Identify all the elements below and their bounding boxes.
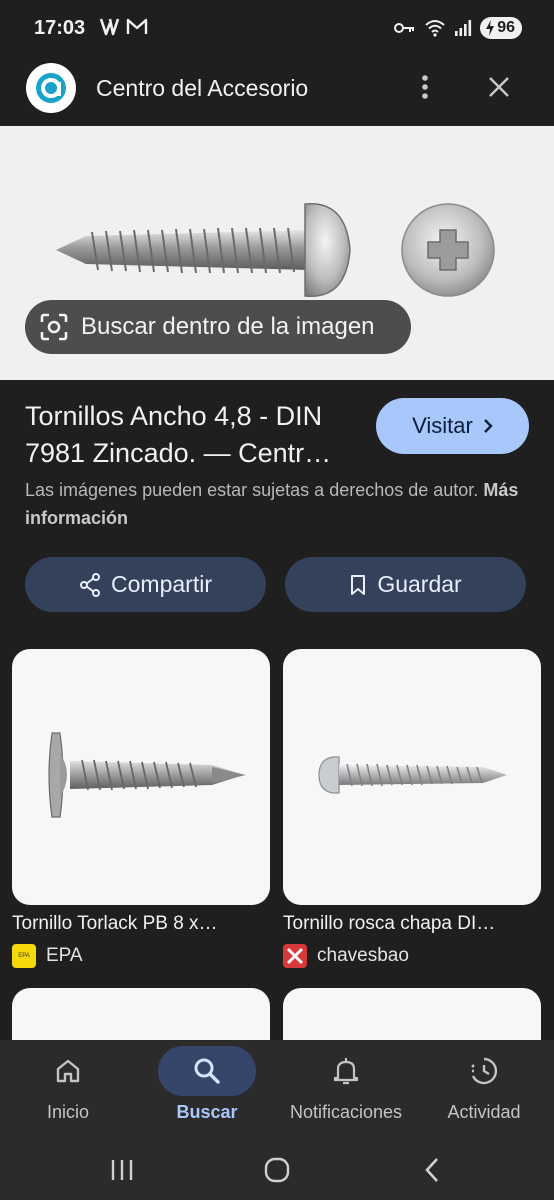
back-icon	[425, 1158, 438, 1182]
battery-level: 96	[497, 19, 515, 36]
back-button[interactable]	[410, 1148, 454, 1192]
nav-item-actividad[interactable]: Actividad	[424, 1046, 544, 1123]
close-icon	[489, 77, 509, 97]
screw-image	[48, 732, 246, 818]
bell-icon	[314, 1046, 378, 1096]
bookmark-icon	[351, 574, 366, 595]
related-thumbnail[interactable]	[283, 988, 541, 1048]
share-icon	[80, 572, 101, 597]
status-bar: 17:03 96	[0, 0, 554, 56]
visit-label: Visitar	[412, 413, 473, 438]
source-name: EPA	[46, 945, 83, 966]
visit-button[interactable]: Visitar	[376, 398, 529, 454]
close-button[interactable]	[482, 70, 516, 104]
status-time: 17:03	[34, 17, 86, 39]
more-options-button[interactable]	[410, 70, 440, 104]
app-title: Centro del Accesorio	[96, 75, 309, 101]
save-label: Guardar	[377, 571, 462, 597]
home-icon	[36, 1046, 100, 1096]
app-bar: Centro del Accesorio	[0, 56, 554, 126]
system-navigation-bar	[0, 1138, 554, 1200]
key-icon	[394, 23, 415, 33]
epa-logo-icon: EPA	[12, 944, 36, 968]
related-title[interactable]: Tornillo rosca chapa DI…	[283, 913, 541, 935]
notification-icons	[98, 17, 148, 37]
share-button[interactable]: Compartir	[25, 557, 266, 612]
battery-indicator: 96	[480, 17, 522, 39]
related-source[interactable]: EPA EPA	[12, 944, 270, 968]
more-vert-icon	[422, 75, 428, 99]
nav-label: Actividad	[447, 1102, 521, 1122]
recent-apps-button[interactable]	[100, 1148, 144, 1192]
system-status-icons: 96	[394, 17, 522, 39]
nav-label: Inicio	[46, 1102, 90, 1122]
activity-icon	[452, 1046, 516, 1096]
charging-bolt-icon	[486, 20, 495, 36]
search-icon	[158, 1046, 256, 1096]
wifi-icon	[425, 20, 445, 37]
related-thumbnail[interactable]	[12, 649, 270, 905]
related-thumbnail[interactable]	[12, 988, 270, 1048]
home-button[interactable]	[255, 1148, 299, 1192]
search-in-image-button[interactable]: Buscar dentro de la imagen	[25, 300, 411, 354]
result-image[interactable]: Buscar dentro de la imagen	[0, 126, 554, 380]
related-card[interactable]: Tornillo rosca chapa DI… chavesbao	[283, 649, 541, 968]
site-logo-icon	[26, 63, 76, 113]
related-thumbnail[interactable]	[283, 649, 541, 905]
bottom-navigation: Inicio Buscar Notificaciones Actividad	[0, 1040, 554, 1138]
signal-icon	[455, 20, 472, 36]
nav-item-notificaciones[interactable]: Notificaciones	[286, 1046, 406, 1123]
related-source[interactable]: chavesbao	[283, 944, 541, 968]
source-name: chavesbao	[317, 945, 409, 966]
share-label: Compartir	[111, 571, 212, 597]
lens-icon	[40, 313, 68, 341]
recent-apps-icon	[111, 1160, 133, 1180]
chavesbao-logo-icon	[283, 944, 307, 968]
chevron-right-icon	[484, 419, 493, 433]
nav-item-inicio[interactable]: Inicio	[8, 1046, 128, 1123]
nav-item-buscar[interactable]: Buscar	[147, 1046, 267, 1123]
result-title[interactable]: Tornillos Ancho 4,8 - DIN 7981 Zincado. …	[25, 398, 365, 472]
search-in-image-label: Buscar dentro de la imagen	[81, 313, 375, 340]
nav-label: Buscar	[176, 1102, 238, 1122]
vpn-notification-icon	[99, 18, 120, 36]
nav-label: Notificaciones	[289, 1102, 403, 1122]
related-card[interactable]: Tornillo Torlack PB 8 x… EPA EPA	[12, 649, 270, 968]
screw-image	[318, 756, 507, 794]
copyright-text: Las imágenes pueden estar sujetas a dere…	[25, 480, 479, 500]
home-circle-icon	[264, 1157, 290, 1183]
copyright-notice: Las imágenes pueden estar sujetas a dere…	[25, 476, 525, 532]
related-title[interactable]: Tornillo Torlack PB 8 x…	[12, 913, 270, 935]
gmail-icon	[126, 18, 148, 34]
save-button[interactable]: Guardar	[285, 557, 526, 612]
